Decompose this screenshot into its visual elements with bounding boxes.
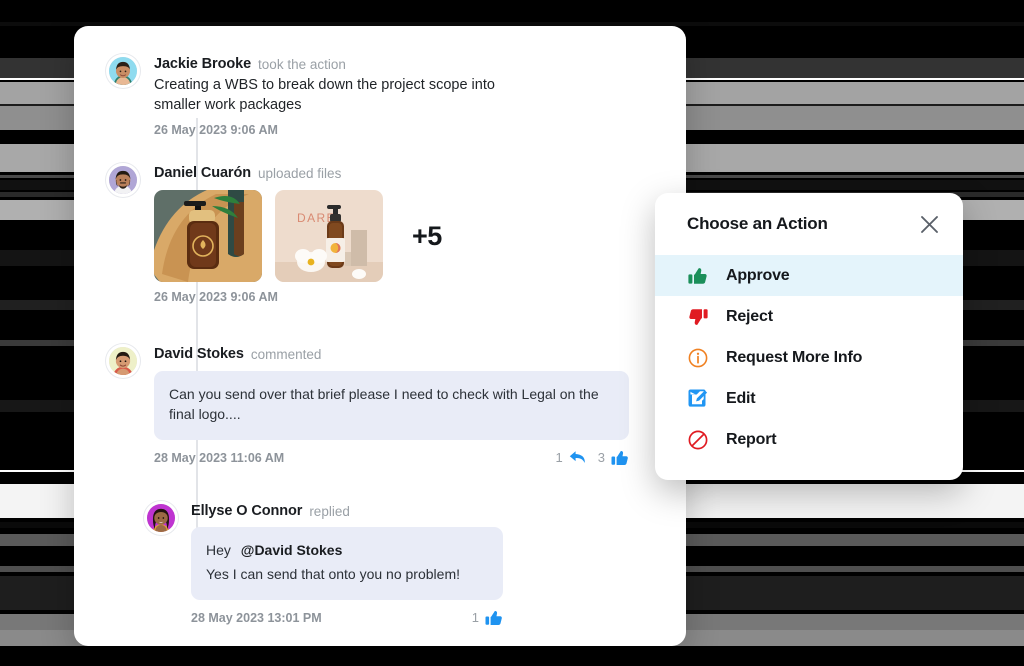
action-item-request-more-info[interactable]: Request More Info bbox=[655, 337, 963, 378]
avatar[interactable] bbox=[106, 163, 140, 197]
action-item-report[interactable]: Report bbox=[655, 419, 963, 460]
reply-mention[interactable]: @David Stokes bbox=[241, 542, 343, 558]
reply-greeting: Hey bbox=[206, 542, 231, 558]
thumbs-up-icon bbox=[485, 610, 503, 626]
action-label: Approve bbox=[726, 266, 790, 284]
thumbs-down-icon bbox=[687, 306, 709, 328]
like-count: 3 bbox=[597, 450, 605, 466]
panel-header: Choose an Action bbox=[655, 193, 963, 255]
reply-arrow-icon bbox=[569, 450, 586, 465]
block-circle-icon bbox=[687, 429, 709, 451]
comment-bubble: Can you send over that brief please I ne… bbox=[154, 371, 629, 440]
edit-pencil-icon bbox=[687, 388, 709, 410]
author-name: Ellyse O Connor bbox=[191, 503, 303, 519]
comment-text: Can you send over that brief please I ne… bbox=[169, 386, 599, 423]
entry-timestamp: 26 May 2023 9:06 AM bbox=[154, 290, 278, 304]
file-thumbnail-dare-pump-bottle[interactable]: DARE bbox=[275, 190, 383, 282]
file-thumbnail-list: DARE +5 bbox=[154, 190, 442, 282]
info-circle-icon bbox=[687, 347, 709, 369]
thumbs-up-icon bbox=[687, 265, 709, 287]
reply-meta-row: 28 May 2023 13:01 PM 1 bbox=[191, 610, 503, 626]
entry-timestamp: 28 May 2023 11:06 AM bbox=[154, 450, 285, 465]
author-action: uploaded files bbox=[258, 165, 342, 181]
avatar[interactable] bbox=[106, 54, 140, 88]
reply-count: 1 bbox=[555, 450, 563, 466]
thumbs-up-icon bbox=[611, 450, 629, 466]
action-label: Report bbox=[726, 430, 777, 448]
more-files-count[interactable]: +5 bbox=[412, 221, 442, 252]
author-name: Jackie Brooke bbox=[154, 56, 252, 72]
feed-entry-daniel-cuaron: Daniel Cuarón uploaded files DARE +5 26 … bbox=[106, 163, 646, 304]
entry-timestamp: 28 May 2023 13:01 PM bbox=[191, 610, 322, 625]
action-item-reject[interactable]: Reject bbox=[655, 296, 963, 337]
close-icon[interactable] bbox=[915, 210, 943, 238]
avatar[interactable] bbox=[144, 501, 178, 535]
panel-title: Choose an Action bbox=[687, 214, 828, 233]
author-action: commented bbox=[250, 346, 322, 362]
action-item-edit[interactable]: Edit bbox=[655, 378, 963, 419]
reply-button[interactable]: 1 bbox=[556, 450, 586, 465]
author-name: Daniel Cuarón bbox=[154, 165, 251, 181]
entry-timestamp: 26 May 2023 9:06 AM bbox=[154, 123, 278, 137]
action-label: Reject bbox=[726, 307, 773, 325]
avatar[interactable] bbox=[106, 344, 140, 378]
background-stripe bbox=[0, 650, 1024, 666]
comment-meta-row: 28 May 2023 11:06 AM 1 3 bbox=[154, 450, 629, 466]
entry-body: Creating a WBS to break down the project… bbox=[154, 77, 495, 113]
reply-text: Yes I can send that onto you no problem! bbox=[206, 566, 460, 583]
choose-an-action-panel: Choose an Action Approve Reject Request … bbox=[655, 193, 963, 480]
file-thumbnail-amber-dropper-bottle[interactable] bbox=[154, 190, 262, 282]
activity-feed-card: Jackie Brooke took the action Creating a… bbox=[74, 26, 686, 646]
author-name: David Stokes bbox=[154, 346, 244, 362]
reply-bubble: Hey @David Stokes Yes I can send that on… bbox=[191, 527, 503, 600]
like-button[interactable]: 3 bbox=[598, 450, 629, 466]
author-action: replied bbox=[309, 503, 350, 519]
action-label: Edit bbox=[726, 389, 756, 407]
like-button[interactable]: 1 bbox=[472, 610, 503, 626]
feed-entry-david-stokes: David Stokes commented Can you send over… bbox=[106, 344, 651, 466]
action-label: Request More Info bbox=[726, 348, 863, 366]
feed-entry-ellyse-o-connor: Ellyse O Connor replied Hey @David Stoke… bbox=[144, 501, 644, 626]
feed-entry-jackie-brooke: Jackie Brooke took the action Creating a… bbox=[106, 54, 646, 137]
author-action: took the action bbox=[258, 56, 346, 72]
action-item-approve[interactable]: Approve bbox=[655, 255, 963, 296]
like-count: 1 bbox=[471, 610, 479, 626]
